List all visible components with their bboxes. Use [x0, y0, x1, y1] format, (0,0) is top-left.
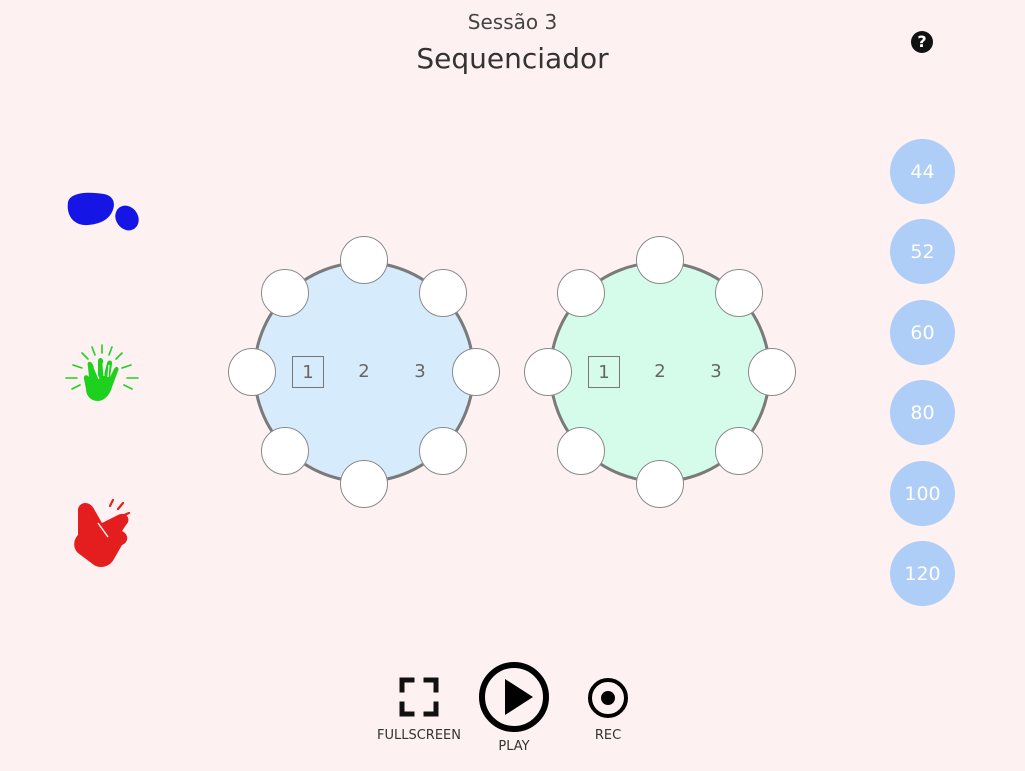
tempo-button[interactable]: 60: [890, 300, 955, 365]
sequencer-slot[interactable]: [715, 268, 764, 317]
session-label: Sessão 3: [467, 10, 558, 34]
app-stage: Sessão 3 Sequenciador ? 1 2 3 1 2 3 44 5…: [0, 0, 1025, 771]
instrument-clap[interactable]: [64, 343, 140, 405]
rec-button[interactable]: REC: [578, 676, 638, 743]
sequencer-slot[interactable]: [340, 460, 388, 508]
sequencer-slot[interactable]: [636, 460, 684, 508]
help-icon[interactable]: ?: [911, 31, 933, 53]
sequencer-slot[interactable]: [340, 236, 388, 284]
play-label: PLAY: [498, 739, 530, 754]
tempo-button[interactable]: 44: [890, 139, 955, 204]
sequencer-slot[interactable]: [260, 268, 309, 317]
rec-label: REC: [594, 728, 622, 743]
sequencer-slot[interactable]: [556, 427, 605, 476]
sequencer-slot[interactable]: [419, 268, 468, 317]
sequencer-slot[interactable]: [260, 427, 309, 476]
play-icon: [479, 662, 549, 732]
sequencer-slot[interactable]: [228, 348, 276, 396]
sequencer-slot[interactable]: [452, 348, 500, 396]
sequencer-slot[interactable]: [419, 427, 468, 476]
sequencer-wheel-1: 123: [228, 236, 500, 508]
sequencer-slot[interactable]: [748, 348, 796, 396]
record-icon: [588, 678, 628, 718]
sequencer-wheel-2: 123: [524, 236, 796, 508]
tempo-button[interactable]: 100: [890, 461, 955, 526]
tempo-button[interactable]: 120: [890, 541, 955, 606]
beat-number[interactable]: 3: [404, 356, 436, 388]
beat-number[interactable]: 2: [644, 356, 676, 388]
sequencer-slot[interactable]: [524, 348, 572, 396]
finger-snap-icon: [74, 498, 131, 567]
clapping-hands-icon: [65, 344, 139, 401]
sequencer-slot[interactable]: [556, 268, 605, 317]
instrument-foot[interactable]: [64, 190, 140, 234]
page-title: Sequenciador: [416, 42, 609, 75]
fullscreen-icon: [399, 677, 439, 717]
tempo-button[interactable]: 80: [890, 380, 955, 445]
sequencer-slot[interactable]: [715, 427, 764, 476]
fullscreen-button[interactable]: FULLSCREEN: [374, 676, 464, 743]
instrument-snap[interactable]: [70, 497, 134, 569]
beat-number[interactable]: 2: [348, 356, 380, 388]
tempo-button[interactable]: 52: [890, 219, 955, 284]
fullscreen-label: FULLSCREEN: [377, 728, 461, 743]
footprint-icon: [67, 192, 139, 231]
sequencer-slot[interactable]: [636, 236, 684, 284]
play-button[interactable]: PLAY: [476, 661, 552, 754]
beat-number[interactable]: 1: [292, 356, 324, 388]
beat-number[interactable]: 3: [700, 356, 732, 388]
beat-number[interactable]: 1: [588, 356, 620, 388]
